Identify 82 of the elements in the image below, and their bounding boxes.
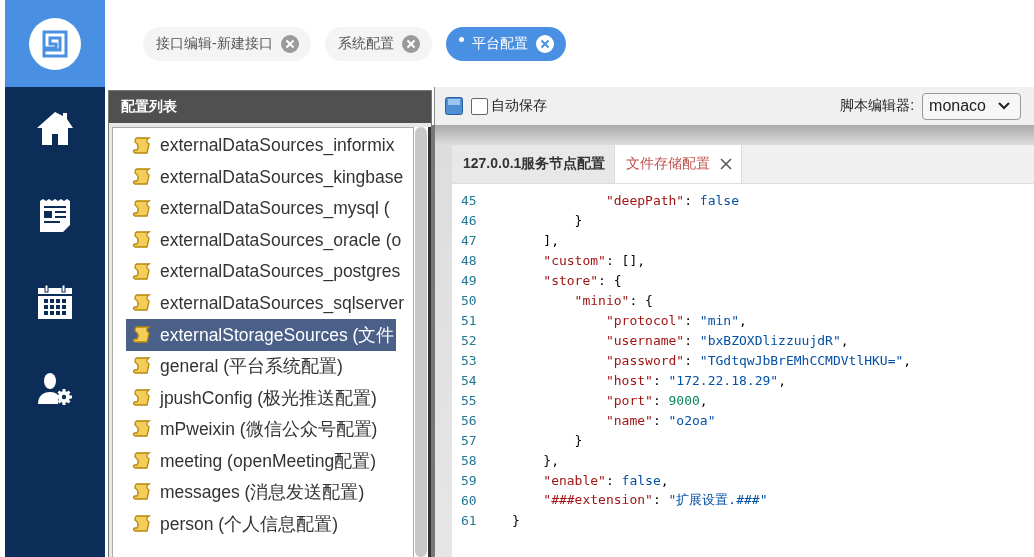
code-line: } bbox=[573, 212, 583, 228]
line-number: 58 bbox=[460, 452, 478, 468]
tab[interactable]: 系统配置 bbox=[324, 26, 432, 61]
panel-title: 配置列表 bbox=[109, 91, 431, 123]
line-number: 52 bbox=[460, 332, 478, 348]
line-number: 53 bbox=[460, 352, 478, 368]
line-number: 50 bbox=[460, 292, 478, 308]
line-number: 59 bbox=[460, 472, 478, 488]
scroll-icon bbox=[132, 387, 152, 408]
list-item[interactable]: externalDataSources_sqlserver bbox=[126, 287, 407, 319]
scroll-icon bbox=[132, 230, 152, 251]
list-item[interactable]: externalDataSources_kingbase bbox=[126, 161, 406, 193]
list-item[interactable]: meeting (openMeeting配置) bbox=[126, 445, 378, 477]
tab-label: 系统配置 bbox=[337, 34, 394, 53]
active-dot-icon bbox=[458, 37, 464, 42]
tab-label: 接口编辑-新建接口 bbox=[156, 34, 273, 53]
document-icon bbox=[38, 198, 72, 232]
code-line: "username": "bxBZOXDlizzuujdR", bbox=[604, 332, 849, 348]
user-settings-icon bbox=[37, 372, 73, 406]
line-number: 45 bbox=[460, 192, 478, 208]
list-item[interactable]: externalDataSources_informix bbox=[126, 130, 397, 162]
code-line: "enable": false, bbox=[542, 472, 669, 488]
line-number: 60 bbox=[460, 492, 478, 508]
scroll-icon bbox=[132, 324, 152, 345]
scroll-icon bbox=[132, 293, 152, 314]
code-line: "name": "o2oa" bbox=[604, 412, 716, 428]
scrollbar[interactable] bbox=[415, 127, 427, 557]
list-item[interactable]: externalDataSources_oracle (o bbox=[126, 224, 404, 256]
code-line: }, bbox=[542, 452, 559, 468]
list-item[interactable]: mPweixin (微信公众号配置) bbox=[126, 413, 380, 445]
scroll-icon bbox=[132, 135, 152, 156]
scroll-icon bbox=[132, 513, 152, 534]
list-item[interactable]: externalDataSources_postgres bbox=[126, 256, 403, 288]
list-item[interactable]: general (平台系统配置) bbox=[126, 350, 345, 382]
list-item[interactable]: externalDataSources_mysql ( bbox=[126, 193, 392, 225]
chevron-down-icon bbox=[998, 102, 1010, 110]
code-line: } bbox=[573, 432, 583, 448]
code-line: "protocol": "min", bbox=[604, 312, 747, 328]
line-number: 47 bbox=[460, 232, 478, 248]
calendar-icon bbox=[37, 284, 73, 320]
code-line: "password": "TGdtqwJbBrEMhCCMDVtlHKU=", bbox=[604, 352, 912, 368]
line-number: 54 bbox=[460, 372, 478, 388]
code-line: } bbox=[512, 512, 520, 528]
editor-select[interactable]: monaco bbox=[922, 92, 1021, 120]
code-line: "###extension": "扩展设置.###" bbox=[542, 491, 768, 509]
line-number: 61 bbox=[460, 512, 478, 528]
save-icon[interactable] bbox=[445, 97, 463, 115]
close-icon[interactable] bbox=[535, 34, 554, 53]
home-icon bbox=[36, 110, 74, 146]
tab-label: 平台配置 bbox=[471, 34, 528, 53]
code-line: "deepPath": false bbox=[604, 192, 739, 208]
code-line: ], bbox=[542, 232, 559, 248]
scroll-icon bbox=[132, 356, 152, 377]
close-icon[interactable] bbox=[720, 158, 733, 170]
code-line: "port": 9000, bbox=[604, 392, 708, 408]
line-number: 49 bbox=[460, 272, 478, 288]
line-number: 55 bbox=[460, 392, 478, 408]
editor-tab[interactable]: 127.0.0.1服务节点配置 bbox=[452, 145, 616, 183]
scroll-icon bbox=[132, 261, 152, 282]
line-number: 48 bbox=[460, 252, 478, 268]
code-line: "store": { bbox=[542, 272, 622, 288]
scroll-icon bbox=[132, 450, 152, 471]
code-line: "custom": [], bbox=[542, 252, 646, 268]
code-line: "host": "172.22.18.29", bbox=[604, 372, 786, 388]
line-number: 56 bbox=[460, 412, 478, 428]
list-item[interactable]: person (个人信息配置) bbox=[126, 508, 341, 540]
line-number: 46 bbox=[460, 212, 478, 228]
list-item[interactable]: jpushConfig (极光推送配置) bbox=[126, 382, 379, 414]
scroll-icon bbox=[132, 419, 152, 440]
list-item[interactable]: messages (消息发送配置) bbox=[126, 476, 367, 508]
scroll-icon bbox=[132, 198, 152, 219]
list-item[interactable]: externalStorageSources (文件 bbox=[126, 319, 397, 351]
line-number: 57 bbox=[460, 432, 478, 448]
scroll-icon bbox=[132, 482, 152, 503]
auto-save-checkbox[interactable]: 自动保存 bbox=[471, 97, 547, 115]
scroll-icon bbox=[132, 167, 152, 188]
line-number: 51 bbox=[460, 312, 478, 328]
tab[interactable]: 接口编辑-新建接口 bbox=[143, 26, 311, 61]
code-line: "minio": { bbox=[573, 292, 653, 308]
logo-icon bbox=[29, 17, 81, 70]
editor-label: 脚本编辑器: bbox=[840, 97, 915, 115]
editor-tab[interactable]: 文件存储配置 bbox=[615, 145, 743, 183]
